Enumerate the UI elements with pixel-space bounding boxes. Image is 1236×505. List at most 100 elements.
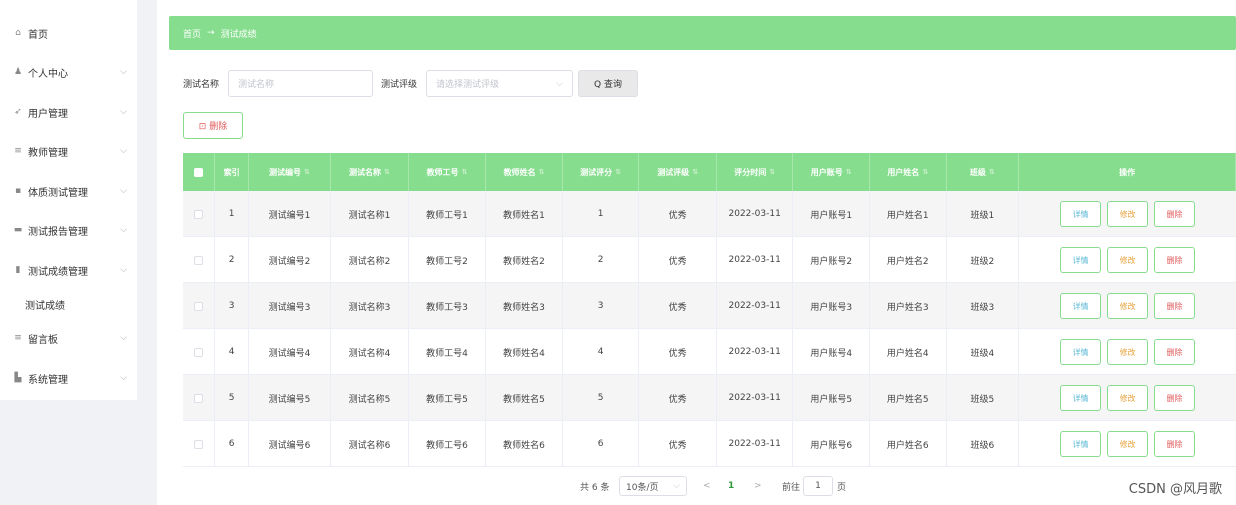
sidebar-item-2[interactable]: ♟ 个人中心 ⌵ <box>0 52 137 92</box>
test-grade-select[interactable]: 请选择测试评级 ⌵ <box>426 70 573 97</box>
table-cell: 教师姓名4 <box>486 329 563 375</box>
prev-page-button[interactable]: < <box>703 476 711 496</box>
page-suffix: 页 <box>837 482 847 493</box>
breadcrumb: 首页 → 测试成绩 <box>169 16 1236 50</box>
table-cell: 教师姓名2 <box>486 237 563 283</box>
submenu-item-test-score[interactable]: 测试成绩 <box>0 290 137 318</box>
edit-button[interactable]: 修改 <box>1107 385 1149 411</box>
row-checkbox[interactable] <box>194 255 204 265</box>
header-select-all[interactable] <box>183 153 216 191</box>
batch-delete-button[interactable]: ⊡ 删除 <box>183 112 243 139</box>
card-icon: ▬ <box>13 225 23 235</box>
edit-button[interactable]: 修改 <box>1107 431 1149 457</box>
delete-button[interactable]: 删除 <box>1154 247 1196 273</box>
row-checkbox[interactable] <box>194 209 204 219</box>
table-cell: 1 <box>215 191 249 237</box>
table-cell: 班级5 <box>947 375 1020 421</box>
chevron-down-icon: ⌵ <box>120 225 127 235</box>
delete-button[interactable]: 删除 <box>1154 339 1196 365</box>
page-number-current[interactable]: 1 <box>728 476 734 496</box>
detail-button[interactable]: 详情 <box>1060 385 1102 411</box>
table-cell: 教师工号1 <box>409 191 487 237</box>
table-cell: 用户账号3 <box>793 283 870 329</box>
sort-icon[interactable]: ⇅ <box>384 168 390 176</box>
goto-page-input[interactable]: 1 <box>803 476 833 496</box>
detail-button[interactable]: 详情 <box>1060 431 1102 457</box>
sidebar-item-3[interactable]: ➶ 用户管理 ⌵ <box>0 92 137 132</box>
sidebar-item-1[interactable]: ⌂ 首页 <box>0 13 137 53</box>
delete-button[interactable]: 删除 <box>1154 293 1196 319</box>
table-cell: 用户姓名5 <box>870 375 947 421</box>
delete-button[interactable]: 删除 <box>1154 201 1196 227</box>
column-header[interactable]: 评分时间 ⇅ <box>717 153 794 191</box>
table-body: 1 测试编号1 测试名称1 教师工号1 教师姓名1 1 优秀 2022-03-11 用户账号1 用… <box>183 191 1236 467</box>
sort-icon[interactable]: ⇅ <box>769 168 775 176</box>
row-checkbox[interactable] <box>194 439 204 449</box>
sidebar-item-5[interactable]: ▪ 体质测试管理 ⌵ <box>0 171 137 211</box>
select-all-checkbox[interactable] <box>194 167 204 177</box>
column-header[interactable]: 测试评分 ⇅ <box>563 153 640 191</box>
test-grade-placeholder: 请选择测试评级 <box>436 80 500 90</box>
actions-cell: 详情 修改 删除 <box>1019 237 1236 283</box>
page-size-select[interactable]: 10条/页 ⌵ <box>619 476 687 496</box>
sidebar-item-7[interactable]: ▮ 测试成绩管理 ⌵ <box>0 250 137 290</box>
breadcrumb-home[interactable]: 首页 <box>183 27 201 40</box>
column-header[interactable]: 班级 ⇅ <box>947 153 1020 191</box>
table-cell: 教师姓名3 <box>486 283 563 329</box>
table-cell: 2022-03-11 <box>717 237 794 283</box>
table-cell: 教师姓名6 <box>486 421 563 467</box>
table-cell: 教师工号4 <box>409 329 487 375</box>
chevron-down-icon: ⌵ <box>556 79 563 89</box>
test-name-input[interactable]: 测试名称 <box>228 70 373 97</box>
column-header[interactable]: 用户姓名 ⇅ <box>870 153 947 191</box>
sort-icon[interactable]: ⇅ <box>692 168 698 176</box>
sort-icon[interactable]: ⇅ <box>539 168 545 176</box>
column-header[interactable]: 测试编号 ⇅ <box>249 153 332 191</box>
delete-button[interactable]: 删除 <box>1154 385 1196 411</box>
row-checkbox[interactable] <box>194 301 204 311</box>
sort-icon[interactable]: ⇅ <box>989 168 995 176</box>
sort-icon[interactable]: ⇅ <box>922 168 928 176</box>
sidebar-item-6[interactable]: ▬ 测试报告管理 ⌵ <box>0 210 137 250</box>
column-header-label: 测试评级 <box>657 167 690 177</box>
sort-icon[interactable]: ⇅ <box>304 168 310 176</box>
edit-button[interactable]: 修改 <box>1107 293 1149 319</box>
column-header[interactable]: 教师工号 ⇅ <box>409 153 487 191</box>
table-row: 2 测试编号2 测试名称2 教师工号2 教师姓名2 2 优秀 2022-03-11 用户账号2 用… <box>183 237 1236 283</box>
sidebar-item-8[interactable]: ≡ 留言板 ⌵ <box>0 318 137 358</box>
sort-icon[interactable]: ⇅ <box>846 168 852 176</box>
sidebar-item-label: 留言板 <box>28 334 58 346</box>
chevron-down-icon: ⌵ <box>120 186 127 196</box>
row-checkbox[interactable] <box>194 347 204 357</box>
detail-button[interactable]: 详情 <box>1060 247 1102 273</box>
detail-button[interactable]: 详情 <box>1060 201 1102 227</box>
edit-button[interactable]: 修改 <box>1107 247 1149 273</box>
column-header[interactable]: 用户账号 ⇅ <box>793 153 870 191</box>
actions-cell: 详情 修改 删除 <box>1019 329 1236 375</box>
sort-icon[interactable]: ⇅ <box>615 168 621 176</box>
delete-button[interactable]: 删除 <box>1154 431 1196 457</box>
sort-icon[interactable]: ⇅ <box>462 168 468 176</box>
sidebar-item-9[interactable]: ▙ 系统管理 ⌵ <box>0 358 137 398</box>
table-cell: 6 <box>563 421 640 467</box>
table-cell: 用户账号6 <box>793 421 870 467</box>
column-header[interactable]: 测试评级 ⇅ <box>639 153 717 191</box>
column-header[interactable]: 教师姓名 ⇅ <box>486 153 563 191</box>
table-cell: 教师工号2 <box>409 237 487 283</box>
detail-button[interactable]: 详情 <box>1060 293 1102 319</box>
query-button[interactable]: Q 查询 <box>578 70 638 97</box>
table-cell: 用户姓名2 <box>870 237 947 283</box>
goto-label: 前往 <box>782 482 801 493</box>
sidebar-item-4[interactable]: ≡ 教师管理 ⌵ <box>0 131 137 171</box>
edit-button[interactable]: 修改 <box>1107 201 1149 227</box>
edit-button[interactable]: 修改 <box>1107 339 1149 365</box>
detail-button[interactable]: 详情 <box>1060 339 1102 365</box>
column-header[interactable]: 测试名称 ⇅ <box>331 153 409 191</box>
main-content: 首页 → 测试成绩 测试名称 测试名称 测试评级 请选择测试评级 ⌵ Q 查询 … <box>157 0 1236 505</box>
next-page-button[interactable]: > <box>754 476 762 496</box>
column-header-label: 用户账号 <box>810 167 843 177</box>
row-checkbox[interactable] <box>194 393 204 403</box>
table-cell: 测试编号6 <box>249 421 332 467</box>
table-cell: 2 <box>215 237 249 283</box>
pagination-total: 共 6 条 <box>580 482 610 493</box>
